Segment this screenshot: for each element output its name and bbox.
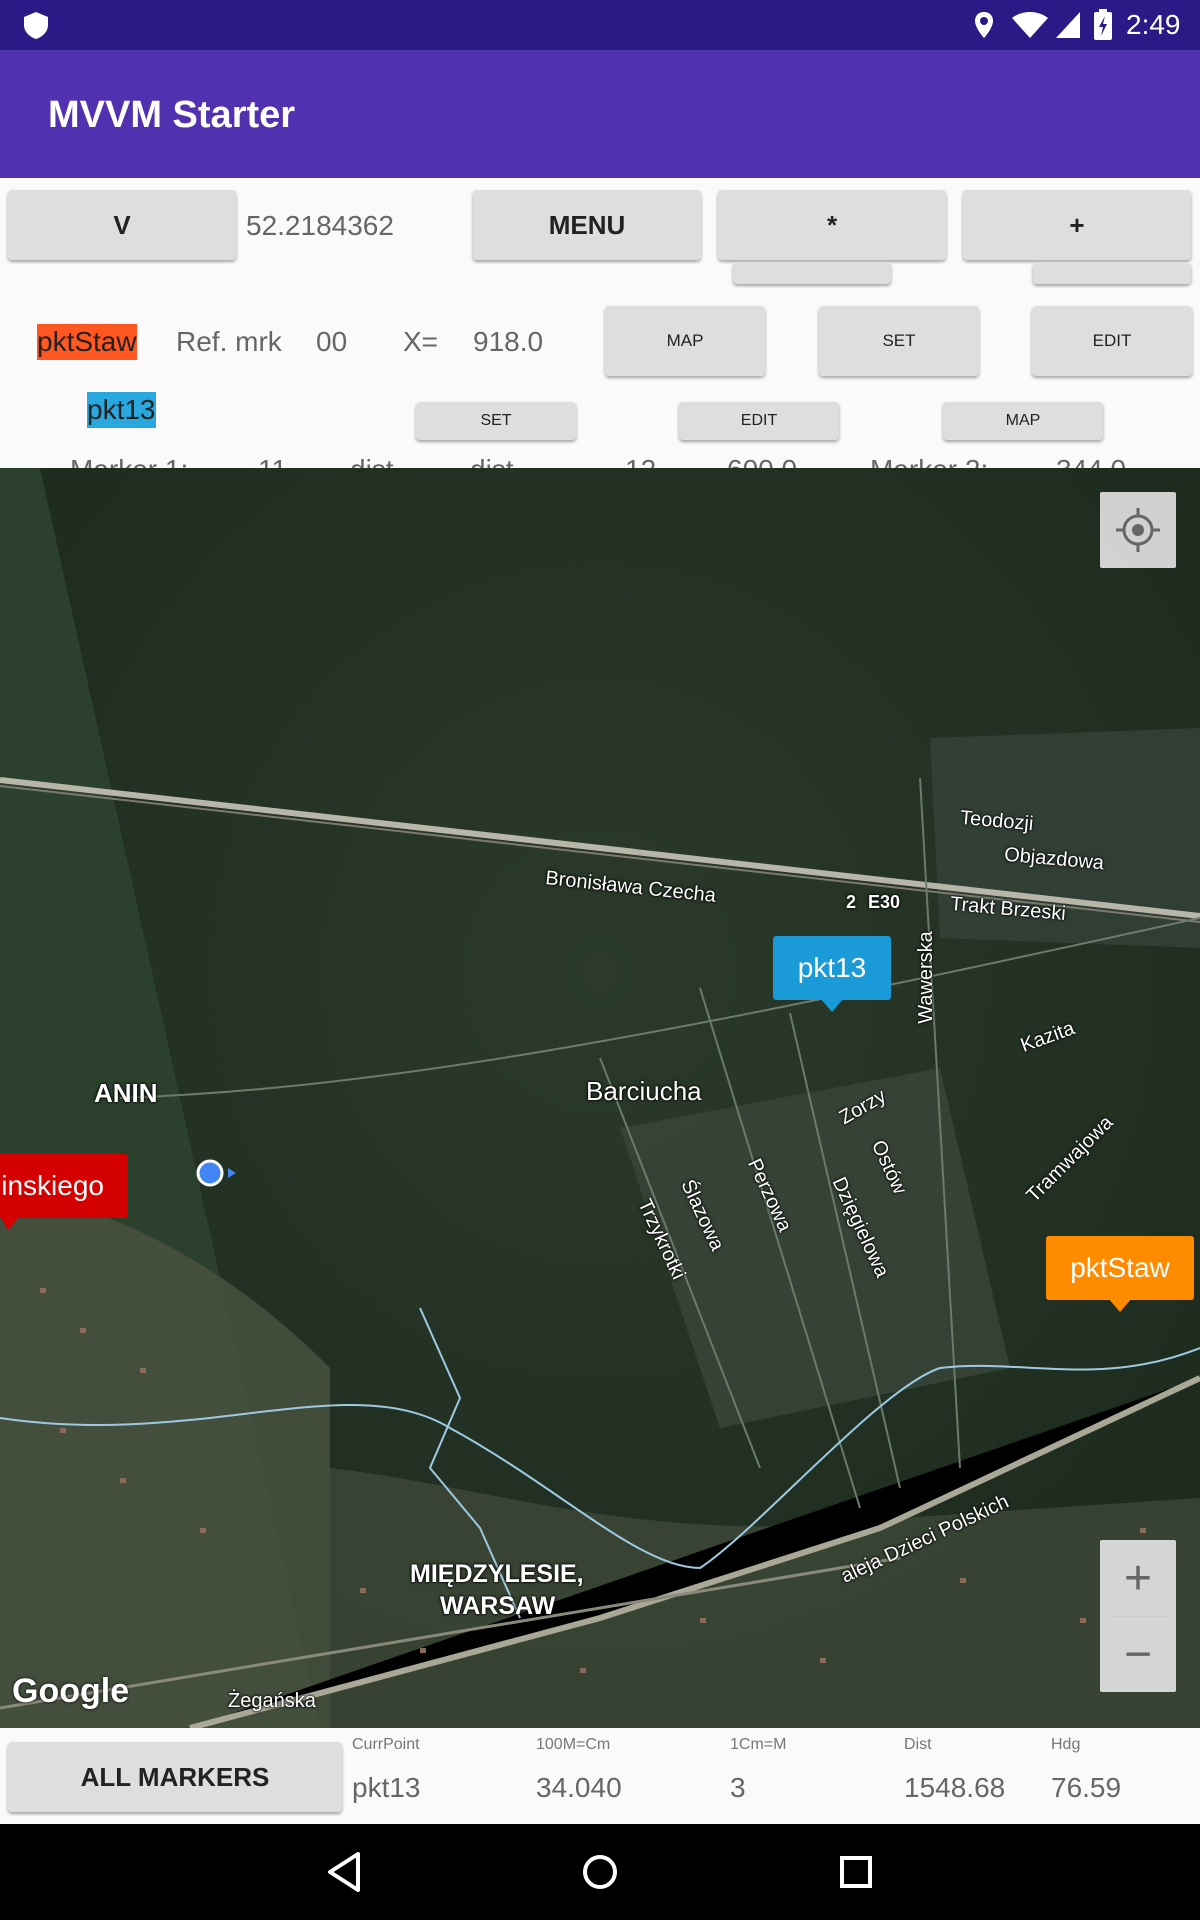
recents-icon[interactable] xyxy=(836,1850,876,1894)
edit-button-1[interactable]: EDIT xyxy=(1032,306,1192,376)
value-dist: 1548.68 xyxy=(904,1772,1006,1803)
back-icon[interactable] xyxy=(324,1850,364,1894)
menu-button[interactable]: MENU xyxy=(473,190,701,260)
map-button-2[interactable]: MAP xyxy=(943,402,1103,440)
place-label-warsaw: WARSAW xyxy=(440,1592,556,1620)
ref-number: 00 xyxy=(316,326,348,357)
home-icon[interactable] xyxy=(580,1850,620,1894)
road-number-label: E30 xyxy=(868,892,901,912)
bottom-panel: ALL MARKERS CurrPoint 100M=Cm 1Cm=M Dist… xyxy=(0,1728,1200,1824)
pktstaw-label: pktStaw xyxy=(37,324,137,360)
dist-label-a: dist xyxy=(350,454,394,468)
plus-button[interactable]: + xyxy=(963,190,1191,260)
clock: 2:49 xyxy=(1126,9,1181,40)
shield-icon xyxy=(24,12,48,39)
marker1-num: 11 xyxy=(258,454,287,468)
dist-value-1: 600.0 xyxy=(727,454,797,468)
all-markers-button[interactable]: ALL MARKERS xyxy=(8,1742,342,1812)
marker1-label: Marker 1: xyxy=(70,454,188,468)
battery-icon xyxy=(1094,9,1112,40)
zoom-in-button[interactable]: + xyxy=(1100,1540,1176,1616)
marker-pktstaw-pointer xyxy=(1108,1298,1132,1312)
marker-pkt13-pointer xyxy=(820,998,844,1012)
value-hdg: 76.59 xyxy=(1051,1772,1122,1803)
my-location-dot xyxy=(196,1159,236,1187)
header-dist: Dist xyxy=(904,1736,932,1753)
hidden-button-1[interactable] xyxy=(733,264,891,284)
map-view[interactable]: Bronisława Czecha 2 E30 Teodozji Objazdo… xyxy=(0,468,1200,1728)
google-logo: Google xyxy=(12,1672,130,1710)
road-label: Wawerska xyxy=(914,931,937,1024)
marker-red[interactable]: linskiego xyxy=(0,1154,128,1218)
map-button-1[interactable]: MAP xyxy=(605,306,765,376)
set-button-2[interactable]: SET xyxy=(416,402,576,440)
app-bar: MVVM Starter xyxy=(0,50,1200,178)
x-label: X= xyxy=(403,326,439,357)
value-scale: 34.040 xyxy=(536,1772,622,1803)
zoom-controls: + − xyxy=(1100,1540,1176,1692)
zoom-out-button[interactable]: − xyxy=(1100,1616,1176,1692)
pkt13-label: pkt13 xyxy=(87,392,156,428)
marker2-label: Marker 2: xyxy=(870,454,988,468)
set-button-1[interactable]: SET xyxy=(819,306,979,376)
marker-red-pointer xyxy=(0,1216,20,1230)
signal-icon xyxy=(1056,12,1080,38)
marker-pktstaw[interactable]: pktStaw xyxy=(1046,1236,1194,1300)
header-hdg: Hdg xyxy=(1051,1736,1081,1753)
header-currpoint: CurrPoint xyxy=(352,1736,420,1753)
ref-mrk-label: Ref. mrk xyxy=(176,326,282,357)
my-location-button[interactable] xyxy=(1100,492,1176,568)
value-cm: 3 xyxy=(730,1772,746,1803)
navigation-bar xyxy=(0,1824,1200,1920)
dist-value-2: 344.0 xyxy=(1056,454,1126,468)
v-button[interactable]: V xyxy=(8,190,236,260)
controls-panel: V 52.2184362 MENU * + pktStaw Ref. mrk 0… xyxy=(0,178,1200,468)
edit-button-2[interactable]: EDIT xyxy=(679,402,839,440)
status-bar: 2:49 xyxy=(0,0,1200,50)
crosshair-icon xyxy=(1116,508,1160,552)
coordinate-field[interactable]: 52.2184362 xyxy=(246,210,394,242)
road-label: Żegańska xyxy=(228,1690,316,1712)
place-label-miedzylesie: MIĘDZYLESIE, xyxy=(410,1560,584,1588)
header-scale: 100M=Cm xyxy=(536,1736,611,1753)
location-icon xyxy=(975,12,993,38)
wifi-icon xyxy=(1012,12,1048,38)
header-cm: 1Cm=M xyxy=(730,1736,787,1753)
app-title: MVVM Starter xyxy=(48,94,296,136)
marker2-num: 12 xyxy=(625,454,656,468)
hidden-button-2[interactable] xyxy=(1033,264,1191,284)
place-label-barciucha: Barciucha xyxy=(586,1076,702,1106)
place-label-anin: ANIN xyxy=(94,1078,158,1108)
road-number-label: 2 xyxy=(846,892,857,912)
dist-label-b: dist xyxy=(470,454,514,468)
marker-pkt13[interactable]: pkt13 xyxy=(773,936,891,1000)
star-button[interactable]: * xyxy=(718,190,946,260)
x-value: 918.0 xyxy=(473,326,544,357)
value-currpoint: pkt13 xyxy=(352,1772,421,1803)
